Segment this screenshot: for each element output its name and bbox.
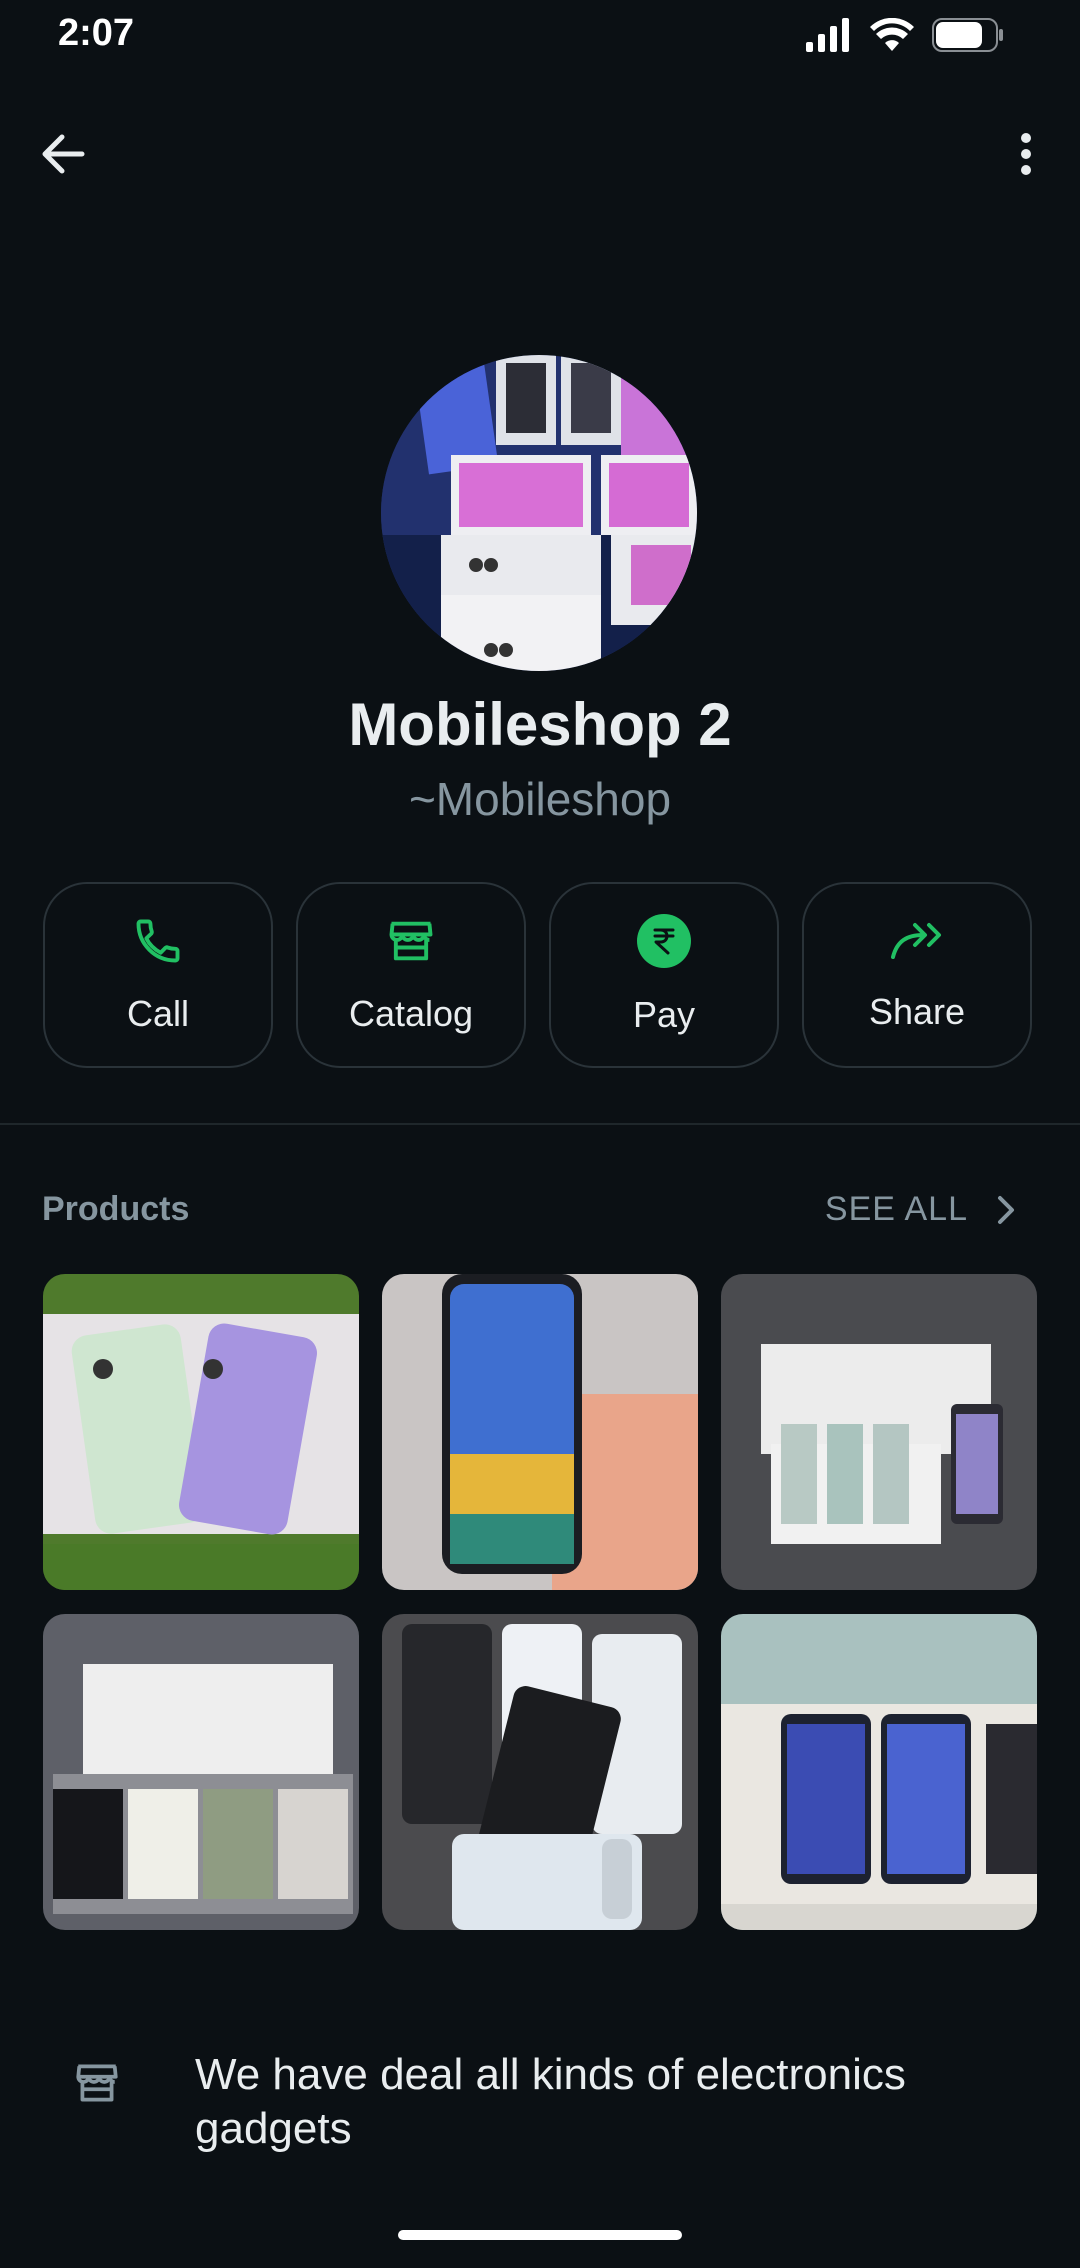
wifi-icon — [870, 18, 914, 51]
battery-icon — [932, 18, 1003, 52]
status-time: 2:07 — [58, 12, 135, 54]
products-header: Products SEE ALL — [42, 1190, 1038, 1242]
product-image — [382, 1274, 698, 1590]
products-title: Products — [42, 1190, 190, 1228]
chevron-right-icon — [998, 1195, 1014, 1224]
avatar-image — [381, 355, 697, 671]
signal-icon — [806, 18, 849, 52]
product-tile[interactable] — [43, 1614, 359, 1930]
call-button[interactable]: Call — [43, 882, 273, 1068]
profile-subtitle: ~Mobileshop — [408, 773, 672, 825]
share-icon — [891, 923, 941, 959]
action-buttons: Call Catalog Pay Share — [43, 882, 1037, 1070]
top-bar — [0, 110, 1080, 220]
catalog-button[interactable]: Catalog — [296, 882, 526, 1068]
more-vertical-icon — [1021, 133, 1031, 175]
rupee-icon — [637, 914, 691, 968]
share-label: Share — [868, 991, 966, 1032]
product-tile[interactable] — [43, 1274, 359, 1590]
description-text: We have deal all kinds of electronics ga… — [195, 2050, 906, 2153]
product-tile[interactable] — [382, 1614, 698, 1930]
store-icon — [389, 921, 433, 961]
more-options-button[interactable] — [996, 124, 1056, 184]
phone-icon — [136, 919, 180, 963]
call-label: Call — [126, 993, 189, 1034]
product-image — [721, 1614, 1037, 1930]
product-image — [43, 1614, 359, 1930]
products-grid — [43, 1274, 1037, 1930]
pay-button[interactable]: Pay — [549, 882, 779, 1068]
product-tile[interactable] — [721, 1614, 1037, 1930]
section-divider — [0, 1123, 1080, 1125]
product-tile[interactable] — [721, 1274, 1037, 1590]
share-button[interactable]: Share — [802, 882, 1032, 1068]
pay-label: Pay — [632, 994, 696, 1035]
profile-name: Mobileshop 2 — [348, 691, 732, 758]
product-tile[interactable] — [382, 1274, 698, 1590]
see-all-button[interactable]: SEE ALL — [825, 1190, 1018, 1229]
product-image — [721, 1274, 1037, 1590]
status-icons — [804, 18, 1004, 52]
back-arrow-icon — [42, 134, 85, 174]
back-button[interactable] — [34, 124, 94, 184]
catalog-label: Catalog — [348, 993, 474, 1034]
profile-avatar[interactable] — [381, 355, 697, 671]
home-indicator[interactable] — [398, 2230, 682, 2240]
product-image — [382, 1614, 698, 1930]
store-icon — [76, 2064, 118, 2102]
status-bar: 2:07 — [0, 0, 1080, 80]
product-image — [43, 1274, 359, 1590]
see-all-label: SEE ALL — [824, 1190, 968, 1228]
